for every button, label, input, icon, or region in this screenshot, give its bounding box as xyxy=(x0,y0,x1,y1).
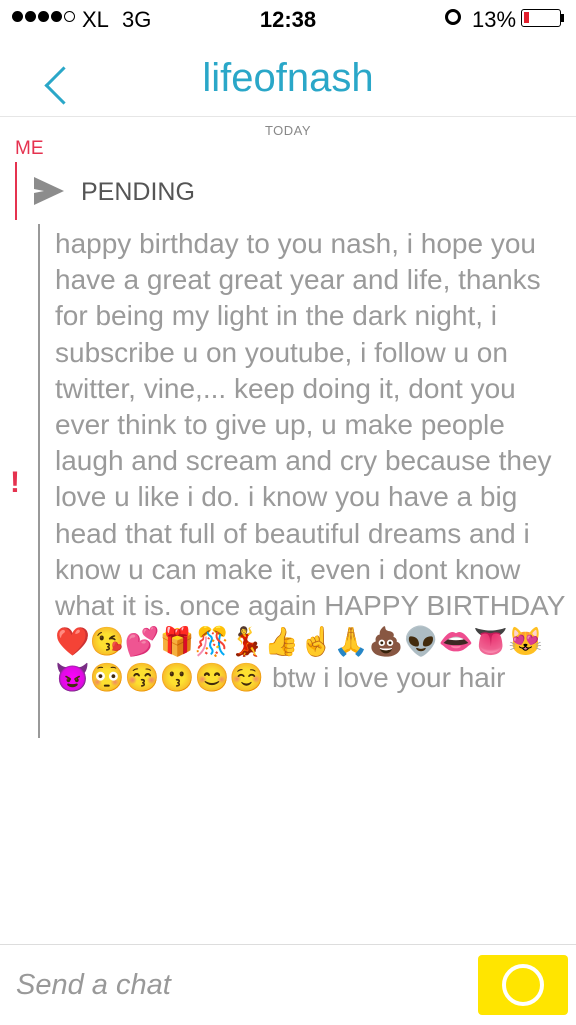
alarm-icon xyxy=(445,9,461,25)
message-marker-bar xyxy=(38,224,40,738)
camera-shutter-icon xyxy=(502,964,544,1006)
nav-bar: lifeofnash xyxy=(0,40,576,117)
battery-level xyxy=(524,12,529,23)
battery-icon xyxy=(521,9,561,27)
battery-tip xyxy=(561,14,564,22)
status-bar: XL 3G 12:38 13% xyxy=(0,0,576,40)
date-separator: TODAY xyxy=(264,123,312,138)
camera-button[interactable] xyxy=(478,955,568,1015)
sender-marker-bar xyxy=(15,162,17,220)
chat-message[interactable]: happy birthday to you nash, i hope you h… xyxy=(55,226,565,697)
chat-input[interactable] xyxy=(16,965,456,1005)
composer-bar xyxy=(0,944,576,1025)
sender-label: ME xyxy=(15,138,44,159)
battery-percent: 13% xyxy=(472,7,517,32)
error-icon[interactable]: ! xyxy=(10,466,20,500)
chat-title: lifeofnash xyxy=(202,56,374,100)
message-status: PENDING xyxy=(81,178,195,206)
send-arrow-icon xyxy=(34,177,64,205)
